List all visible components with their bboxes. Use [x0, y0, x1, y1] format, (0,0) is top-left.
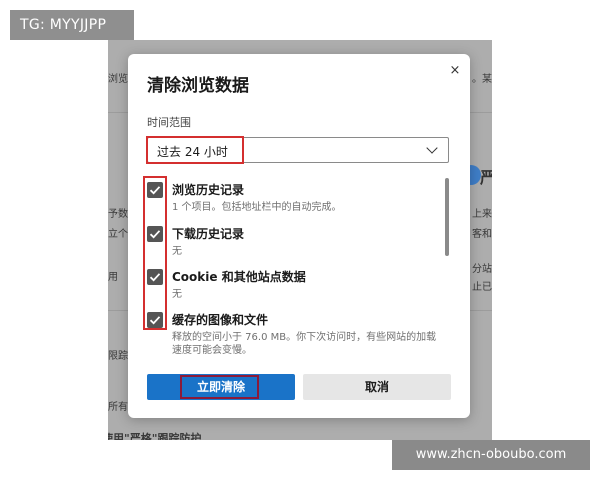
- chevron-down-icon: [426, 142, 438, 154]
- background-text: 严: [480, 168, 492, 187]
- option-browsing-history: 浏览历史记录 1 个项目。包括地址栏中的自动完成。: [147, 180, 437, 224]
- clear-now-button[interactable]: 立即清除: [147, 374, 295, 400]
- close-icon[interactable]: ×: [446, 62, 464, 80]
- option-cached-images: 缓存的图像和文件 释放的空间小于 76.0 MB。你下次访问时，有些网站的加载 …: [147, 310, 437, 360]
- time-range-label: 时间范围: [147, 116, 191, 129]
- background-text: 浏览: [108, 74, 128, 85]
- option-label: 浏览历史记录: [172, 183, 245, 197]
- background-text: 。某: [472, 74, 492, 85]
- background-text: 限踪: [108, 351, 128, 362]
- checkbox-browsing-history[interactable]: [147, 182, 163, 198]
- option-cookies: Cookie 和其他站点数据 无: [147, 267, 437, 311]
- dialog-title: 清除浏览数据: [147, 76, 249, 96]
- option-description: 无: [172, 289, 182, 300]
- cancel-button[interactable]: 取消: [303, 374, 451, 400]
- background-text: 分站: [472, 264, 492, 275]
- checkbox-cookies[interactable]: [147, 269, 163, 285]
- background-text: 上来: [472, 209, 492, 220]
- background-text: 使用"严格"跟踪防护: [108, 432, 202, 440]
- option-description: 速度可能会变慢。: [172, 345, 252, 356]
- background-text: 所有: [108, 402, 128, 413]
- watermark-top: TG: MYYJJPP: [10, 10, 134, 40]
- background-text: 用: [108, 272, 118, 283]
- option-download-history: 下载历史记录 无: [147, 224, 437, 268]
- option-label: 缓存的图像和文件: [172, 313, 269, 327]
- background-text: 客和: [472, 229, 492, 240]
- option-label: Cookie 和其他站点数据: [172, 270, 306, 284]
- clear-browsing-data-dialog: 清除浏览数据 × 时间范围 过去 24 小时 浏览历史记录 1 个项目。包括地址…: [128, 54, 470, 418]
- scrollbar-thumb[interactable]: [445, 178, 449, 256]
- time-range-dropdown[interactable]: 过去 24 小时: [147, 137, 449, 163]
- time-range-value: 过去 24 小时: [157, 145, 228, 159]
- background-text: 止已: [472, 282, 492, 293]
- checkbox-cached-images[interactable]: [147, 312, 163, 328]
- watermark-bottom: www.zhcn-oboubo.com: [392, 440, 590, 470]
- checkbox-download-history[interactable]: [147, 226, 163, 242]
- option-description: 1 个项目。包括地址栏中的自动完成。: [172, 202, 342, 213]
- option-label: 下载历史记录: [172, 227, 245, 241]
- option-description: 无: [172, 246, 182, 257]
